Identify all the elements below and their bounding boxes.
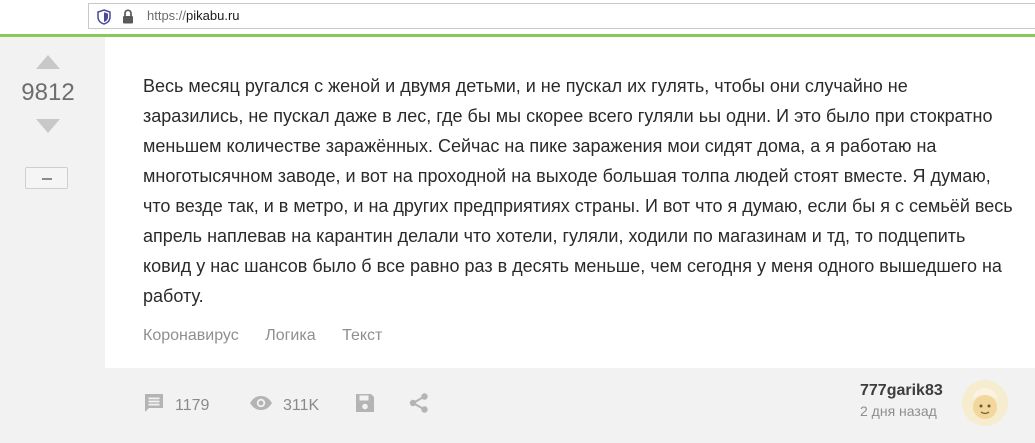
collapse-story-button[interactable] <box>25 167 68 189</box>
comments-button[interactable]: 1179 <box>143 368 209 443</box>
author-name-link[interactable]: 777garik83 <box>860 382 943 400</box>
browser-toolbar: https://pikabu.ru <box>0 0 1035 34</box>
address-bar[interactable]: https://pikabu.ru <box>88 3 1035 29</box>
comments-count: 1179 <box>175 396 210 414</box>
url-host: pikabu.ru <box>186 8 240 23</box>
lock-icon[interactable] <box>122 9 134 29</box>
tag-link[interactable]: Текст <box>342 327 382 344</box>
tag-link[interactable]: Логика <box>265 327 315 344</box>
comment-icon <box>143 392 165 419</box>
eye-icon <box>249 395 273 416</box>
story-footer: 1179 311K 777garik83 2 дня назад <box>105 368 1035 443</box>
views-count: 311K <box>283 396 320 414</box>
save-icon <box>354 392 376 419</box>
story-card: Весь месяц ругался с женой и двумя детьм… <box>105 37 1035 368</box>
views-indicator: 311K <box>249 368 319 443</box>
vote-up-icon[interactable] <box>36 55 60 74</box>
minus-icon <box>42 178 52 180</box>
url-text[interactable]: https://pikabu.ru <box>147 8 240 23</box>
rating-column: 9812 <box>0 37 105 443</box>
story-text: Весь месяц ругался с женой и двумя детьм… <box>143 76 1013 306</box>
tag-link[interactable]: Коронавирус <box>143 327 239 344</box>
rating-value: 9812 <box>21 79 75 106</box>
story-tags: Коронавирус Логика Текст <box>143 327 404 345</box>
tracking-protection-shield-icon[interactable] <box>97 9 111 30</box>
post-time: 2 дня назад <box>860 403 937 419</box>
author-info: 777garik83 2 дня назад <box>860 382 943 419</box>
author-avatar[interactable] <box>962 380 1008 426</box>
share-button[interactable] <box>408 368 430 443</box>
url-scheme: https:// <box>147 8 187 23</box>
vote-down-icon[interactable] <box>36 119 60 138</box>
share-icon <box>408 392 430 419</box>
save-button[interactable] <box>354 368 376 443</box>
